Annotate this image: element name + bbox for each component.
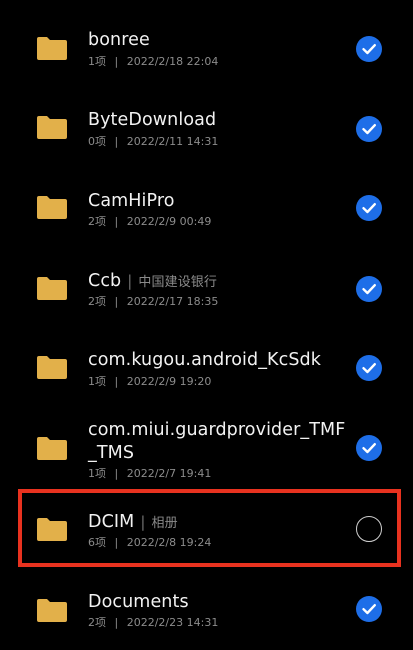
checkmark-icon (362, 124, 376, 135)
file-meta: 1项 | 2022/2/18 22:04 (88, 55, 218, 69)
modified-date: 2022/2/23 14:31 (126, 616, 219, 629)
file-name: CamHiPro (88, 191, 175, 211)
meta-separator: | (114, 375, 119, 388)
item-count: 1项 (88, 55, 106, 68)
file-name: com.kugou.android_KcSdk (88, 350, 322, 370)
checkbox-checked[interactable] (356, 116, 382, 142)
list-item[interactable]: com.miui.guardprovider_TMF _TMS 1项 | 202… (0, 406, 413, 492)
modified-date: 2022/2/17 18:35 (126, 295, 219, 308)
list-item[interactable]: bonree 1项 | 2022/2/18 22:04 (0, 0, 413, 82)
meta-separator: | (114, 55, 119, 68)
folder-icon (36, 276, 68, 301)
checkbox-checked[interactable] (356, 276, 382, 302)
checkmark-icon (362, 44, 376, 55)
file-list: bonree 1项 | 2022/2/18 22:04 ByteDownload… (0, 0, 413, 650)
file-meta: 1项 | 2022/2/7 19:41 (88, 467, 211, 481)
meta-separator: | (114, 215, 119, 228)
checkmark-icon (362, 363, 376, 374)
item-count: 6项 (88, 536, 106, 549)
modified-date: 2022/2/9 00:49 (126, 215, 212, 228)
checkbox-checked[interactable] (356, 596, 382, 622)
list-item[interactable]: CamHiPro 2项 | 2022/2/9 00:49 (0, 164, 413, 244)
file-meta: 6项 | 2022/2/8 19:24 (88, 536, 211, 550)
folder-icon (36, 195, 68, 220)
folder-alias: 相册 (151, 516, 178, 531)
checkmark-icon (362, 604, 376, 615)
meta-separator: | (114, 135, 119, 148)
item-count: 2项 (88, 295, 106, 308)
file-name-row: DCIM | 相册 (88, 511, 178, 535)
meta-separator: | (114, 295, 119, 308)
list-item[interactable]: ByteDownload 0项 | 2022/2/11 14:31 (0, 82, 413, 164)
list-item[interactable]: Documents 2项 | 2022/2/23 14:31 (0, 572, 413, 650)
checkbox-checked[interactable] (356, 355, 382, 381)
checkmark-icon (362, 284, 376, 295)
file-name-row: Ccb | 中国建设银行 (88, 270, 217, 294)
checkbox-unchecked[interactable] (356, 516, 382, 542)
item-count: 1项 (88, 467, 106, 480)
file-name: DCIM (88, 512, 135, 532)
item-count: 2项 (88, 616, 106, 629)
modified-date: 2022/2/9 19:20 (126, 375, 212, 388)
folder-alias: 中国建设银行 (138, 275, 218, 290)
meta-separator: | (114, 536, 119, 549)
alias-separator: | (127, 272, 133, 290)
checkbox-checked[interactable] (356, 36, 382, 62)
file-name: bonree (88, 30, 150, 50)
file-name: ByteDownload (88, 110, 217, 130)
meta-separator: | (114, 616, 119, 629)
folder-icon (36, 436, 68, 461)
file-name-line-2: _TMS (88, 443, 135, 463)
item-count: 1项 (88, 375, 106, 388)
folder-icon (36, 355, 68, 380)
folder-icon (36, 36, 68, 61)
checkbox-checked[interactable] (356, 195, 382, 221)
modified-date: 2022/2/7 19:41 (126, 467, 212, 480)
modified-date: 2022/2/18 22:04 (126, 55, 219, 68)
item-count: 0项 (88, 135, 106, 148)
meta-separator: | (114, 467, 119, 480)
file-meta: 1项 | 2022/2/9 19:20 (88, 375, 211, 389)
file-meta: 2项 | 2022/2/23 14:31 (88, 616, 218, 630)
file-meta: 0项 | 2022/2/11 14:31 (88, 135, 218, 149)
folder-icon (36, 517, 68, 542)
checkbox-checked[interactable] (356, 435, 382, 461)
file-meta: 2项 | 2022/2/9 00:49 (88, 215, 211, 229)
file-name: Ccb (88, 271, 122, 291)
file-name: Documents (88, 592, 189, 612)
modified-date: 2022/2/11 14:31 (126, 135, 219, 148)
list-item[interactable]: com.kugou.android_KcSdk 1项 | 2022/2/9 19… (0, 326, 413, 406)
alias-separator: | (140, 513, 146, 531)
list-item[interactable]: DCIM | 相册 6项 | 2022/2/8 19:24 (0, 492, 413, 572)
checkmark-icon (362, 443, 376, 454)
folder-icon (36, 115, 68, 140)
checkmark-icon (362, 203, 376, 214)
file-name-line-1: com.miui.guardprovider_TMF (88, 420, 346, 440)
item-count: 2项 (88, 215, 106, 228)
modified-date: 2022/2/8 19:24 (126, 536, 212, 549)
file-meta: 2项 | 2022/2/17 18:35 (88, 295, 218, 309)
folder-icon (36, 598, 68, 623)
list-item[interactable]: Ccb | 中国建设银行 2项 | 2022/2/17 18:35 (0, 244, 413, 326)
